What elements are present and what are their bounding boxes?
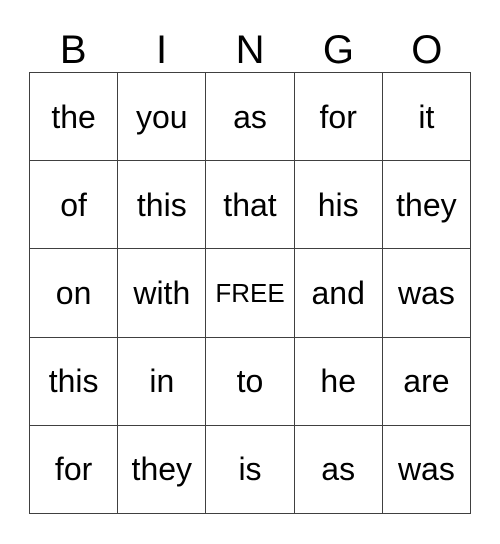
bingo-cell-r4c5[interactable]: are [382, 337, 471, 426]
header-letter-g: G [322, 28, 354, 72]
bingo-cell-r2c1[interactable]: of [30, 161, 119, 250]
bingo-cell-r3c1[interactable]: on [30, 249, 119, 338]
bingo-grid: the you as for it of this that his they [29, 72, 471, 514]
bingo-cell-label: as [321, 451, 356, 488]
bingo-cell-r1c3[interactable]: as [206, 73, 295, 162]
bingo-cell-label: was [397, 451, 455, 488]
bingo-cell-r3c5[interactable]: was [382, 249, 471, 338]
bingo-cell-label: for [54, 451, 93, 488]
bingo-cell-label: is [238, 451, 262, 488]
bingo-cell-label: they [131, 451, 193, 488]
bingo-cell-r2c4[interactable]: his [294, 161, 383, 250]
bingo-cell-r1c1[interactable]: the [30, 73, 119, 162]
bingo-cell-r3c2[interactable]: with [118, 249, 207, 338]
bingo-cell-label: with [133, 274, 191, 311]
bingo-cell-r5c4[interactable]: as [294, 425, 383, 514]
bingo-cell-r5c2[interactable]: they [118, 425, 207, 514]
header-letter-o: O [411, 28, 443, 72]
bingo-cell-label: are [403, 363, 450, 400]
bingo-cell-label: the [51, 98, 96, 135]
bingo-cell-label: they [396, 186, 457, 223]
header-letter-n: N [235, 28, 265, 72]
bingo-cell-label: you [135, 98, 188, 135]
bingo-cell-label: his [317, 186, 359, 223]
bingo-cell-r3c4[interactable]: and [294, 249, 383, 338]
bingo-card: B I N G O the you as for it of this that [0, 0, 500, 544]
bingo-cell-r5c1[interactable]: for [30, 425, 119, 514]
bingo-cell-r4c1[interactable]: this [30, 337, 119, 426]
bingo-cell-r1c4[interactable]: for [294, 73, 383, 162]
bingo-cell-r1c5[interactable]: it [382, 73, 471, 162]
bingo-cell-label: that [223, 186, 277, 223]
bingo-cell-label: this [48, 363, 99, 400]
bingo-cell-label: on [55, 274, 92, 311]
free-space-label: FREE [215, 277, 285, 308]
bingo-cell-label: for [319, 98, 357, 135]
bingo-header-row: B I N G O [29, 18, 471, 72]
bingo-cell-r4c3[interactable]: to [206, 337, 295, 426]
bingo-cell-label: he [320, 363, 356, 400]
bingo-cell-r1c2[interactable]: you [118, 73, 207, 162]
bingo-cell-label: to [236, 363, 264, 400]
bingo-cell-r2c5[interactable]: they [382, 161, 471, 250]
bingo-cell-label: of [60, 186, 87, 223]
header-letter-i: I [156, 28, 168, 72]
bingo-cell-label: it [418, 98, 435, 135]
bingo-cell-label: in [149, 363, 175, 400]
bingo-cell-label: as [233, 98, 267, 135]
bingo-cell-r2c2[interactable]: this [118, 161, 207, 250]
bingo-cell-r4c2[interactable]: in [118, 337, 207, 426]
bingo-cell-label: this [136, 186, 187, 223]
bingo-cell-r2c3[interactable]: that [206, 161, 295, 250]
bingo-cell-r5c3[interactable]: is [206, 425, 295, 514]
bingo-cell-label: and [311, 274, 365, 311]
bingo-cell-r5c5[interactable]: was [382, 425, 471, 514]
bingo-cell-free-space[interactable]: FREE [206, 249, 295, 338]
bingo-cell-r4c4[interactable]: he [294, 337, 383, 426]
bingo-cell-label: was [397, 274, 455, 311]
header-letter-b: B [59, 28, 87, 72]
